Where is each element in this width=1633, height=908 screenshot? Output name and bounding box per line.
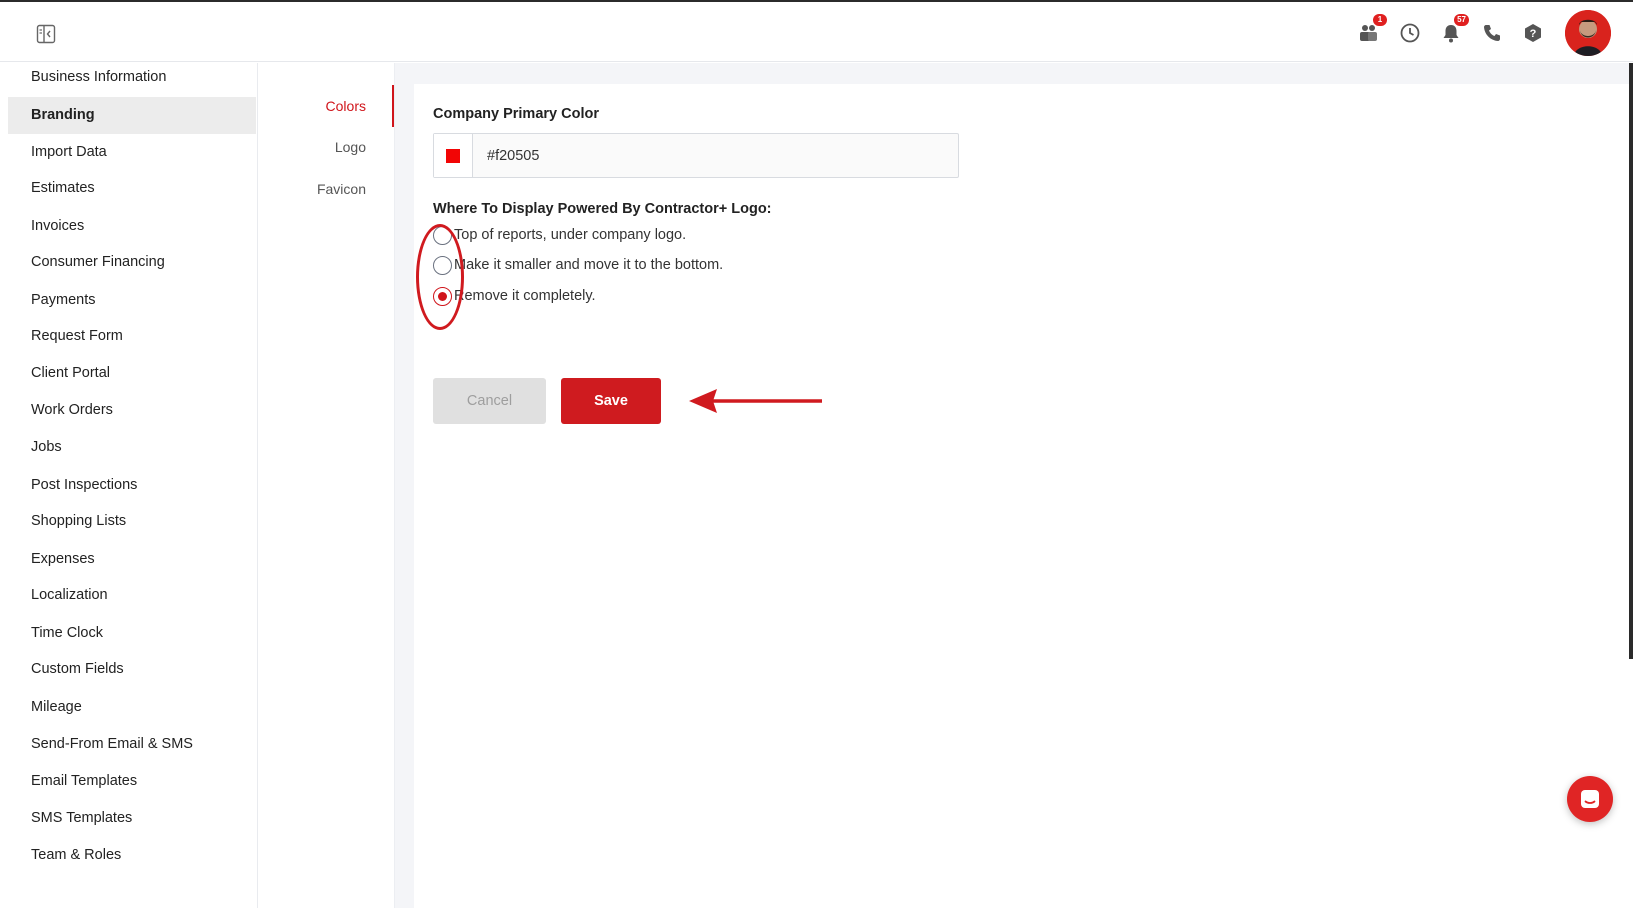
sidebar-item-branding[interactable]: Branding [8,97,256,134]
sidebar-item-team-roles[interactable]: Team & Roles [8,837,256,874]
sidebar-item-custom-fields[interactable]: Custom Fields [8,651,256,688]
option-smaller-bottom[interactable]: Make it smaller and move it to the botto… [433,254,723,276]
powered-by-question: Where To Display Powered By Contractor+ … [433,201,772,217]
sidebar-item-time-clock[interactable]: Time Clock [8,615,256,652]
primary-color-field [433,133,959,178]
colors-panel: Company Primary Color Where To Display P… [414,84,1633,908]
sidebar-item-localization[interactable]: Localization [8,577,256,614]
color-picker-button[interactable] [434,134,473,177]
top-bar: 1 57 ? [0,0,1633,62]
color-swatch [446,148,460,163]
sidebar-item-payments[interactable]: Payments [8,282,256,319]
header-actions: 1 57 ? [1342,10,1611,56]
option-label: Top of reports, under company logo. [454,227,687,243]
tab-favicon[interactable]: Favicon [317,181,366,197]
sidebar-item-business-information[interactable]: Business Information [8,59,256,96]
clock-icon[interactable] [1396,19,1424,47]
sidebar-item-mileage[interactable]: Mileage [8,689,256,726]
primary-color-label: Company Primary Color [433,106,599,122]
notification-badge: 57 [1454,14,1469,26]
annotation-arrow-icon [689,389,822,413]
tab-logo[interactable]: Logo [335,139,366,155]
sidebar-item-consumer-financing[interactable]: Consumer Financing [8,244,256,281]
sidebar-item-invoices[interactable]: Invoices [8,208,256,245]
sidebar-item-send-from-email-sms[interactable]: Send-From Email & SMS [8,726,256,763]
sidebar-item-expenses[interactable]: Expenses [8,541,256,578]
sidebar-item-jobs[interactable]: Jobs [8,429,256,466]
option-top-of-reports[interactable]: Top of reports, under company logo. [433,224,686,246]
page-scrollbar[interactable] [1629,63,1633,659]
sidebar-item-sms-templates[interactable]: SMS Templates [8,800,256,837]
sidebar-toggle-icon[interactable] [36,24,56,44]
team-badge: 1 [1373,14,1387,26]
sidebar-item-post-inspections[interactable]: Post Inspections [8,467,256,504]
tab-colors[interactable]: Colors [326,98,366,114]
chat-button[interactable] [1567,776,1613,822]
user-avatar[interactable] [1565,10,1611,56]
svg-text:?: ? [1530,28,1537,40]
sidebar-item-request-form[interactable]: Request Form [8,318,256,355]
bell-icon[interactable]: 57 [1437,14,1469,47]
annotation-ellipse [416,224,464,330]
branding-subnav: Colors Logo Favicon [258,63,395,908]
settings-sidebar: Business Information Branding Import Dat… [0,63,258,908]
sidebar-item-work-orders[interactable]: Work Orders [8,392,256,429]
active-tab-indicator [392,85,394,127]
option-label: Make it smaller and move it to the botto… [454,257,724,273]
primary-color-input[interactable] [473,134,958,177]
sidebar-item-email-templates[interactable]: Email Templates [8,763,256,800]
phone-icon[interactable] [1478,19,1506,47]
help-icon[interactable]: ? [1519,19,1547,47]
chat-icon [1581,790,1599,808]
sidebar-item-estimates[interactable]: Estimates [8,170,256,207]
cancel-button[interactable]: Cancel [433,378,546,424]
sidebar-item-import-data[interactable]: Import Data [8,134,256,171]
team-icon[interactable]: 1 [1355,14,1387,47]
sidebar-item-shopping-lists[interactable]: Shopping Lists [8,503,256,540]
save-button[interactable]: Save [561,378,661,424]
sidebar-item-client-portal[interactable]: Client Portal [8,355,256,392]
option-label: Remove it completely. [454,288,596,304]
